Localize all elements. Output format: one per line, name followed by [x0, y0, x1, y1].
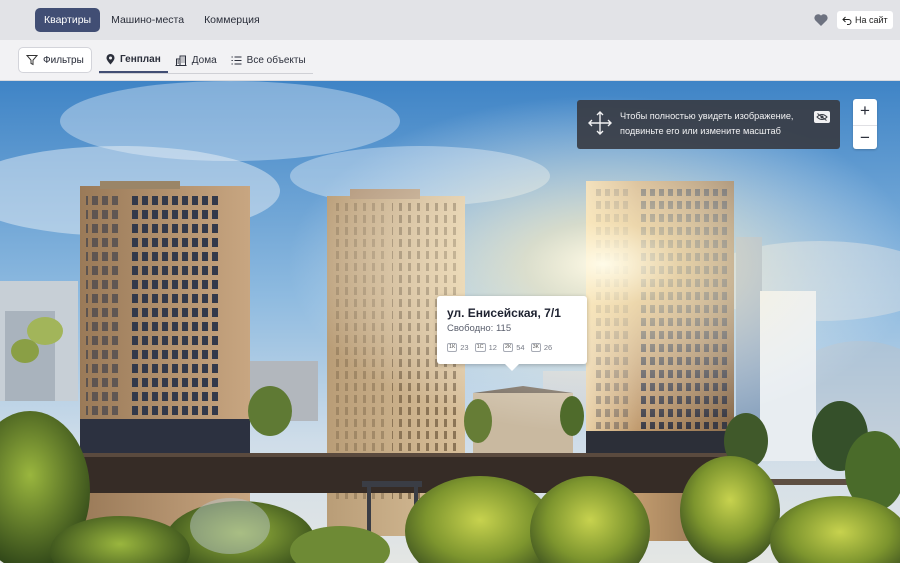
filter-funnel-icon: [26, 55, 38, 66]
building-icon: [175, 55, 187, 66]
to-site-button[interactable]: На сайт: [837, 11, 893, 29]
category-tabs: Квартиры Машино-места Коммерция: [35, 8, 269, 32]
filters-label: Фильтры: [43, 54, 84, 66]
tab-all-objects-label: Все объекты: [246, 54, 306, 66]
tab-houses-label: Дома: [191, 54, 217, 66]
unit-type-tag: 1К: [447, 343, 458, 352]
map-pin-icon: [106, 53, 115, 64]
unit-type-list: 1К 23 1С 12 2К 54 3К 26: [447, 343, 552, 352]
tab-master-plan-label: Генплан: [120, 53, 161, 65]
view-bar: Фильтры Генплан Дома Все объекты: [0, 40, 900, 81]
unit-type-1k: 1К 23: [447, 343, 469, 352]
pan-zoom-hint: Чтобы полностью увидеть изображение, под…: [577, 100, 840, 149]
tab-parking[interactable]: Машино-места: [102, 8, 193, 32]
unit-type-count: 23: [460, 343, 469, 352]
list-icon: [231, 56, 242, 64]
unit-type-tag: 2К: [502, 343, 514, 352]
top-bar: Квартиры Машино-места Коммерция На сайт: [0, 0, 900, 40]
zoom-out-button[interactable]: −: [853, 125, 877, 149]
unit-type-tag: 1С: [474, 343, 486, 352]
free-units-count: Свободно: 115: [447, 323, 512, 334]
filters-button[interactable]: Фильтры: [18, 47, 92, 73]
tab-commercial[interactable]: Коммерция: [195, 8, 269, 32]
unit-type-count: 54: [516, 343, 525, 352]
zoom-controls: + −: [853, 99, 877, 149]
building-address: ул. Енисейская, 7/1: [447, 306, 561, 320]
hint-text: Чтобы полностью увидеть изображение, под…: [620, 111, 794, 136]
unit-type-count: 26: [543, 343, 553, 352]
unit-type-1s: 1С 12: [474, 343, 497, 352]
unit-type-3k: 3К 26: [530, 343, 553, 352]
hide-eye-icon[interactable]: [814, 111, 830, 123]
move-arrows-icon: [588, 111, 612, 135]
master-plan-view[interactable]: Чтобы полностью увидеть изображение, под…: [0, 81, 900, 563]
to-site-label: На сайт: [855, 15, 888, 25]
unit-type-2k: 2К 54: [502, 343, 525, 352]
tab-apartments[interactable]: Квартиры: [35, 8, 101, 32]
back-arrow-icon: [842, 16, 852, 25]
favorites-heart-icon[interactable]: [813, 12, 829, 28]
unit-type-tag: 3К: [530, 343, 541, 352]
unit-type-count: 12: [488, 343, 497, 352]
tab-all-objects[interactable]: Все объекты: [224, 47, 313, 73]
tab-master-plan[interactable]: Генплан: [99, 47, 168, 73]
view-tabs: Генплан Дома Все объекты: [99, 47, 313, 74]
building-popup[interactable]: ул. Енисейская, 7/1 Свободно: 115 1К 23 …: [437, 296, 587, 371]
tab-houses[interactable]: Дома: [168, 47, 224, 73]
zoom-in-button[interactable]: +: [853, 99, 877, 123]
